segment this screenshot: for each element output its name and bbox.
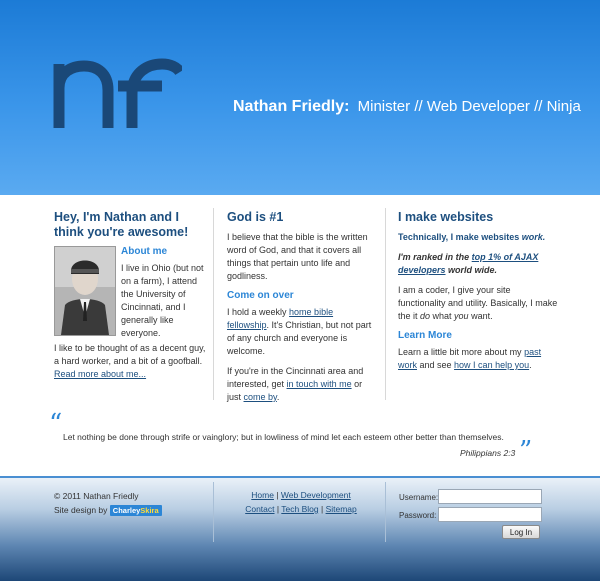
come-over-heading: Come on over bbox=[227, 290, 294, 301]
scripture-quote: Let nothing be done through strife or va… bbox=[63, 432, 504, 442]
invite-text: If you're in the Cincinnati area and int… bbox=[227, 366, 364, 402]
username-input[interactable] bbox=[438, 489, 542, 504]
close-quote-icon: ” bbox=[519, 436, 533, 466]
contact-me-link[interactable]: in touch with me bbox=[287, 379, 352, 389]
footer-link-sitemap[interactable]: Sitemap bbox=[326, 504, 357, 514]
technically-text: Technically, I make websites work. bbox=[398, 232, 546, 242]
faith-text: I believe that the bible is the written … bbox=[227, 232, 368, 281]
site-tagline: Nathan Friedly: Minister // Web Develope… bbox=[233, 98, 581, 116]
footer-credits: © 2011 Nathan Friedly Site design by Cha… bbox=[54, 489, 162, 517]
footer-link-contact[interactable]: Contact bbox=[245, 504, 274, 514]
site-header: Nathan Friedly: Minister // Web Develope… bbox=[0, 0, 600, 195]
column-divider bbox=[385, 208, 386, 400]
websites-heading: I make websites bbox=[398, 210, 494, 224]
coder-text: I am a coder, I give your site functiona… bbox=[398, 285, 558, 321]
learn-more-heading: Learn More bbox=[398, 330, 452, 341]
fellowship-text: I hold a weekly home bible fellowship. I… bbox=[227, 307, 372, 356]
site-roles: Minister // Web Developer // Ninja bbox=[357, 98, 581, 115]
password-input[interactable] bbox=[438, 507, 542, 522]
footer-link-tech-blog[interactable]: Tech Blog bbox=[281, 504, 318, 514]
about-heading: About me bbox=[121, 246, 168, 257]
footer-divider bbox=[385, 482, 386, 542]
footer-link-home[interactable]: Home bbox=[251, 490, 274, 500]
about-text: I live in Ohio (but not on a farm), I at… bbox=[121, 263, 204, 338]
come-by-link[interactable]: come by bbox=[244, 392, 277, 402]
login-button[interactable]: Log In bbox=[502, 525, 540, 539]
footer-link-web-development[interactable]: Web Development bbox=[281, 490, 351, 500]
how-i-can-help-link[interactable]: how I can help you bbox=[454, 360, 529, 370]
copyright-text: © 2011 Nathan Friedly bbox=[54, 491, 139, 501]
designer-badge[interactable]: CharleySkira bbox=[109, 505, 162, 517]
footer-divider bbox=[213, 482, 214, 542]
ranking-text: I'm ranked in the top 1% of AJAX develop… bbox=[398, 252, 539, 275]
intro-column: Hey, I'm Nathan and I think you're aweso… bbox=[54, 210, 206, 388]
intro-heading: Hey, I'm Nathan and I think you're aweso… bbox=[54, 210, 189, 239]
learn-more-text: Learn a little bit more about my past wo… bbox=[398, 347, 542, 370]
faith-column: God is #1 I believe that the bible is th… bbox=[227, 210, 375, 411]
websites-column: I make websites Technically, I make webs… bbox=[398, 210, 558, 379]
design-credit-text: Site design by bbox=[54, 505, 108, 515]
nf-logo[interactable] bbox=[50, 58, 182, 130]
open-quote-icon: “ bbox=[49, 409, 63, 439]
about-section: About me I live in Ohio (but not on a fa… bbox=[54, 246, 206, 342]
profile-photo bbox=[54, 246, 116, 336]
about-text-block: About me I live in Ohio (but not on a fa… bbox=[121, 246, 207, 347]
scripture-reference: Philippians 2:3 bbox=[460, 448, 516, 458]
faith-heading: God is #1 bbox=[227, 210, 284, 224]
username-label: Username: bbox=[399, 493, 439, 502]
column-divider bbox=[213, 208, 214, 400]
site-owner-name: Nathan Friedly: bbox=[233, 98, 350, 115]
password-label: Password: bbox=[399, 511, 437, 520]
footer-nav: Home | Web Development Contact | Tech Bl… bbox=[245, 490, 357, 514]
read-more-link[interactable]: Read more about me... bbox=[54, 369, 146, 379]
